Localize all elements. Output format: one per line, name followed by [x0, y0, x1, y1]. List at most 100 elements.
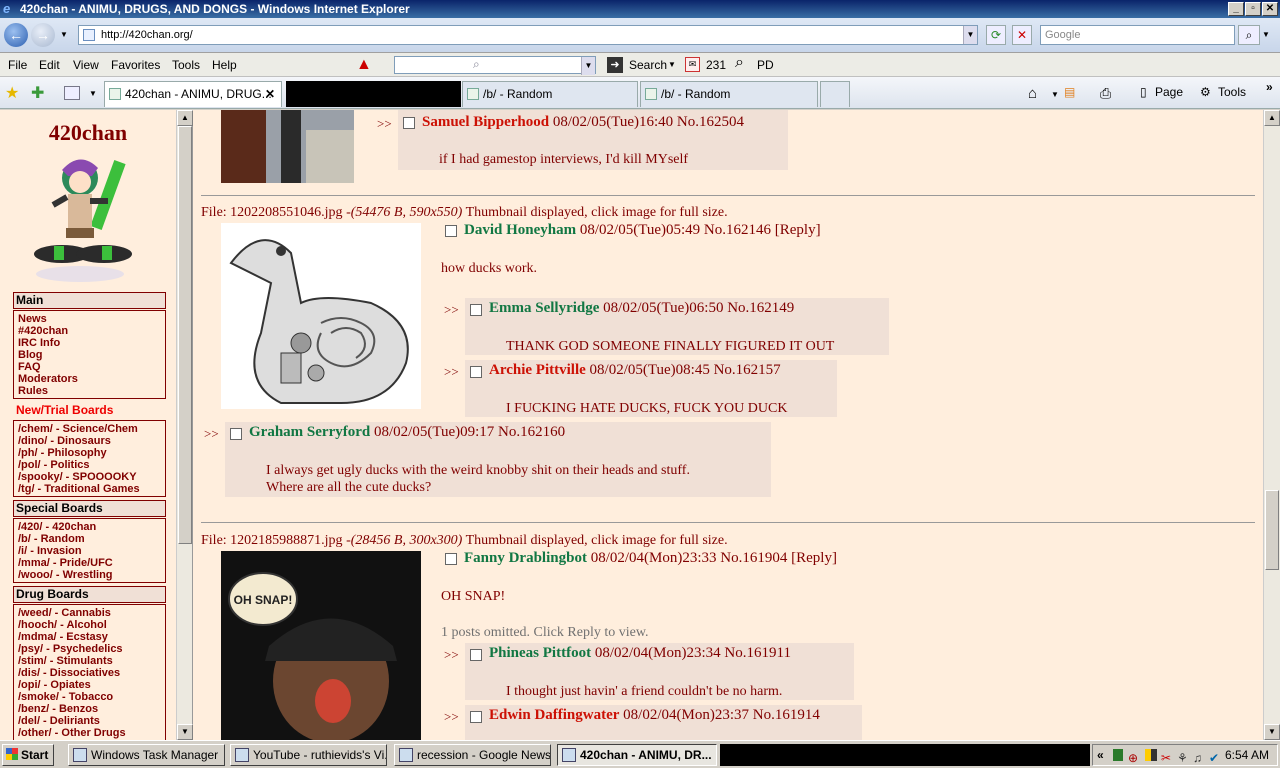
tray-icon[interactable]: ⊕	[1128, 748, 1138, 768]
chevron-more-icon[interactable]: »	[1266, 80, 1273, 94]
refresh-icon[interactable]: ⟳	[986, 25, 1006, 45]
menu-file[interactable]: File	[8, 58, 27, 72]
menu-view[interactable]: View	[73, 58, 99, 72]
toolbar-search-dropdown-icon[interactable]: ▼	[581, 57, 595, 75]
nav-link-irc-info[interactable]: IRC Info	[18, 337, 161, 349]
tab-b-random-2[interactable]: /b/ - Random	[640, 81, 818, 107]
search-dropdown-icon[interactable]: ▼	[668, 60, 676, 69]
reply-link[interactable]: [Reply]	[791, 550, 837, 566]
nav-link-news[interactable]: News	[18, 313, 161, 325]
tray-icon[interactable]	[1113, 749, 1123, 761]
oh-snap-image[interactable]: OH SNAP!	[221, 551, 421, 740]
post-checkbox[interactable]	[470, 366, 482, 378]
volume-icon[interactable]: ♫	[1193, 748, 1202, 768]
nav-link-blog[interactable]: Blog	[18, 349, 161, 361]
history-dropdown-icon[interactable]: ▼	[60, 30, 68, 39]
post-checkbox[interactable]	[403, 117, 415, 129]
go-arrow-icon[interactable]: ➜	[607, 57, 623, 73]
nav-link-board[interactable]: /pol/ - Politics	[18, 459, 161, 471]
post-number-link[interactable]: No.162504	[677, 114, 744, 130]
board-scrollbar[interactable]: ▲ ▼	[1263, 110, 1280, 740]
post-number-link[interactable]: No.161911	[724, 645, 791, 661]
nav-link-board[interactable]: /smoke/ - Tobacco	[18, 691, 161, 703]
tab-list-dropdown-icon[interactable]: ▼	[89, 89, 97, 98]
minimize-button[interactable]: _	[1228, 2, 1244, 16]
favorites-star-icon[interactable]: ★	[5, 83, 19, 103]
network-icon[interactable]: ✔	[1209, 748, 1219, 768]
scroll-down-icon[interactable]: ▼	[1264, 724, 1280, 740]
scroll-down-icon[interactable]: ▼	[177, 724, 193, 740]
site-logo[interactable]: 420chan	[0, 120, 176, 146]
toolbar-logo-icon[interactable]: ▲	[356, 56, 372, 74]
magnifier-pd-icon[interactable]: ⌕	[735, 54, 744, 72]
tray-icon[interactable]: ✂	[1161, 748, 1171, 768]
nav-link-board[interactable]: /mdma/ - Ecstasy	[18, 631, 161, 643]
task-task-manager[interactable]: Windows Task Manager	[68, 744, 225, 766]
nav-link-board[interactable]: /spooky/ - SPOOOOKY	[18, 471, 161, 483]
nav-link-rules[interactable]: Rules	[18, 385, 161, 397]
post-number-link[interactable]: No.162149	[727, 300, 794, 316]
feeds-icon[interactable]: ▤	[1064, 85, 1075, 99]
post-number-link[interactable]: No.162146	[704, 222, 771, 238]
menu-tools[interactable]: Tools	[172, 58, 200, 72]
nav-link-board[interactable]: /mma/ - Pride/UFC	[18, 557, 161, 569]
home-icon[interactable]: ⌂	[1028, 85, 1037, 102]
search-icon[interactable]: ⌕	[1238, 25, 1260, 45]
nav-link-board[interactable]: /tg/ - Traditional Games	[18, 483, 161, 495]
search-options-icon[interactable]: ▼	[1262, 30, 1270, 39]
nav-link-board[interactable]: /psy/ - Psychedelics	[18, 643, 161, 655]
back-button[interactable]: ←	[4, 23, 28, 47]
tools-menu[interactable]: Tools	[1218, 85, 1246, 99]
nav-link-faq[interactable]: FAQ	[18, 361, 161, 373]
nav-link-irc[interactable]: #420chan	[18, 325, 161, 337]
scroll-up-icon[interactable]: ▲	[1264, 110, 1280, 126]
search-input[interactable]: Google	[1040, 25, 1235, 45]
forward-button[interactable]: →	[31, 23, 55, 47]
post-number-link[interactable]: No.162160	[498, 424, 565, 440]
nav-link-board[interactable]: /ph/ - Philosophy	[18, 447, 161, 459]
page-menu[interactable]: Page	[1155, 85, 1183, 99]
address-input[interactable]: http://420chan.org/ ▼	[78, 25, 978, 45]
post-number-link[interactable]: No.162157	[714, 362, 781, 378]
scroll-thumb[interactable]	[1265, 490, 1279, 570]
start-button[interactable]: Start	[2, 744, 54, 766]
file-link[interactable]: 1202185988871.jpg	[230, 533, 342, 548]
duck-diagram-image[interactable]	[221, 223, 421, 409]
post-checkbox[interactable]	[470, 304, 482, 316]
nav-link-board[interactable]: /i/ - Invasion	[18, 545, 161, 557]
nav-link-board[interactable]: /hooch/ - Alcohol	[18, 619, 161, 631]
menu-help[interactable]: Help	[212, 58, 237, 72]
address-dropdown-icon[interactable]: ▼	[963, 26, 977, 44]
file-link[interactable]: 1202208551046.jpg	[230, 205, 342, 220]
maximize-button[interactable]: ▫	[1245, 2, 1261, 16]
add-favorite-icon[interactable]: ✚	[31, 83, 44, 103]
popup-blocker-icon[interactable]: ✉	[685, 57, 700, 72]
nav-link-board[interactable]: /other/ - Other Drugs	[18, 727, 161, 739]
nav-link-board[interactable]: /420/ - 420chan	[18, 521, 161, 533]
quick-tabs-icon[interactable]	[64, 86, 80, 100]
stop-icon[interactable]: ✕	[1012, 25, 1032, 45]
task-google-news[interactable]: recession - Google News ...	[394, 744, 551, 766]
scroll-thumb[interactable]	[178, 126, 192, 544]
menu-edit[interactable]: Edit	[39, 58, 60, 72]
nav-link-board[interactable]: /dis/ - Dissociatives	[18, 667, 161, 679]
post-checkbox[interactable]	[445, 225, 457, 237]
nav-link-board[interactable]: /dino/ - Dinosaurs	[18, 435, 161, 447]
tray-icon[interactable]: ⚘	[1177, 748, 1188, 768]
post-checkbox[interactable]	[230, 428, 242, 440]
tray-expand-icon[interactable]: «	[1097, 745, 1104, 765]
tools-gear-icon[interactable]: ⚙	[1200, 85, 1211, 99]
nav-link-board[interactable]: /weed/ - Cannabis	[18, 607, 161, 619]
nav-link-board[interactable]: /b/ - Random	[18, 533, 161, 545]
thread-image-partial[interactable]	[221, 110, 354, 183]
post-number-link[interactable]: No.161914	[753, 707, 820, 723]
nav-link-moderators[interactable]: Moderators	[18, 373, 161, 385]
task-420chan[interactable]: 420chan - ANIMU, DR...	[557, 744, 717, 766]
nav-link-board[interactable]: /chem/ - Science/Chem	[18, 423, 161, 435]
close-tab-icon[interactable]: ✕	[265, 82, 275, 106]
toolbar-search-input[interactable]: ⌕ ▼	[394, 56, 596, 75]
clock[interactable]: 6:54 AM	[1225, 745, 1269, 765]
nav-link-board[interactable]: /wooo/ - Wrestling	[18, 569, 161, 581]
reply-link[interactable]: [Reply]	[775, 222, 821, 238]
post-number-link[interactable]: No.161904	[720, 550, 787, 566]
